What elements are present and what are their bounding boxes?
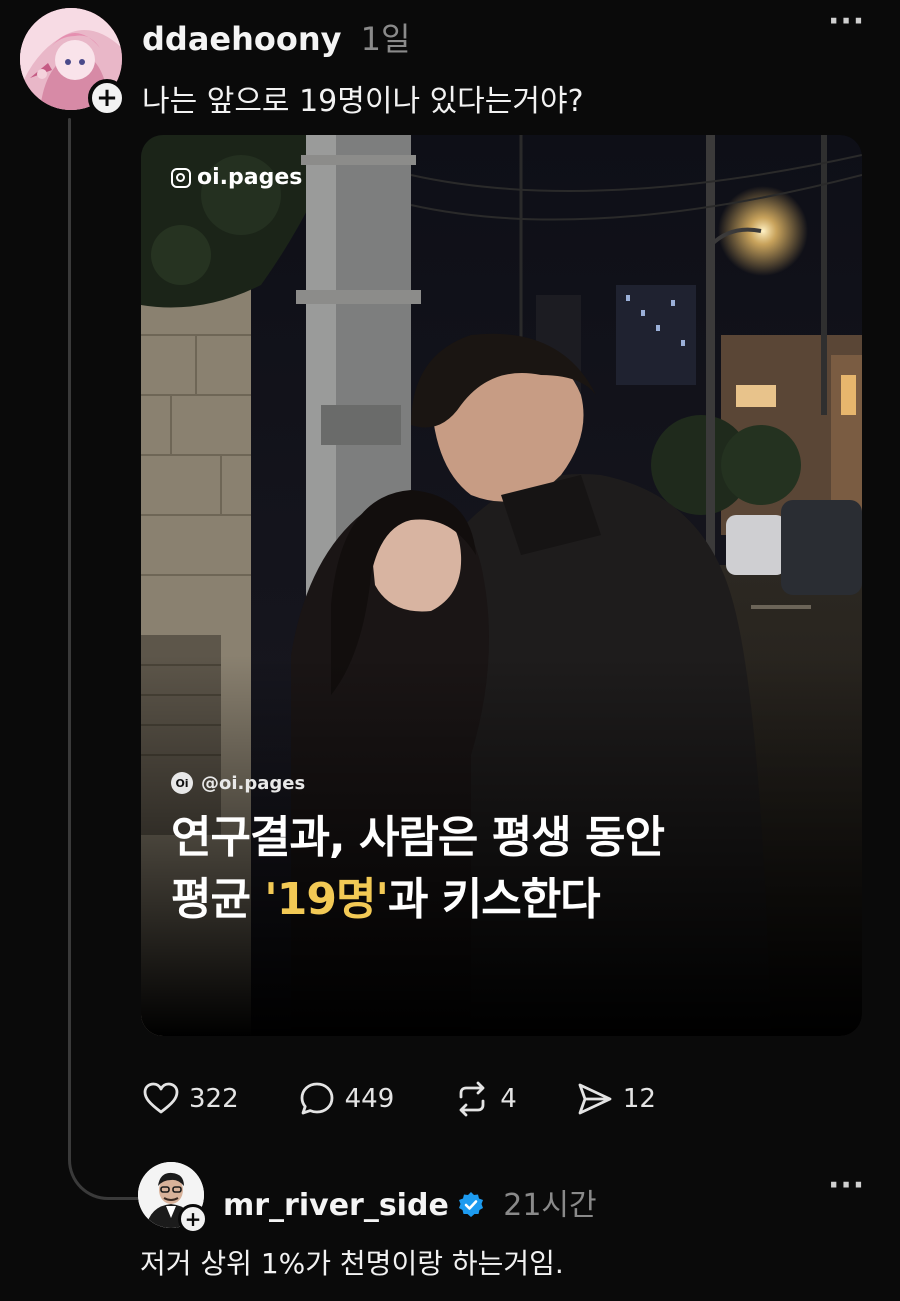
more-horizontal-icon[interactable]: ··· <box>828 1168 865 1203</box>
instagram-icon <box>171 167 191 188</box>
repost-count: 4 <box>500 1084 517 1114</box>
post-time: 1일 <box>360 20 411 58</box>
comment-button[interactable]: 449 <box>297 1079 395 1119</box>
heart-icon <box>143 1082 179 1114</box>
headline-suffix: 과 키스한다 <box>387 874 601 925</box>
brand-logo: Oi <box>171 772 193 794</box>
reply-username-row: mr_river_side 21시간 <box>223 1180 597 1224</box>
like-button[interactable]: 322 <box>141 1079 239 1119</box>
comment-count: 449 <box>344 1084 395 1114</box>
brand-handle-row: Oi @oi.pages <box>171 772 305 794</box>
verified-badge-icon <box>458 1192 483 1217</box>
post-media[interactable]: oi.pages Oi @oi.pages 연구결과, 사람은 평생 동안 평균… <box>141 135 862 1036</box>
post-text: 나는 앞으로 19명이나 있다는거야? <box>142 84 584 119</box>
media-headline: 연구결과, 사람은 평생 동안 평균 '19명'과 키스한다 <box>171 807 851 931</box>
post-avatar[interactable]: + <box>20 8 126 117</box>
headline-prefix: 평균 <box>171 874 265 925</box>
thread-connector <box>68 1120 138 1200</box>
reply-username[interactable]: mr_river_side <box>223 1188 449 1223</box>
post-username-row: ddaehoony 1일 <box>142 14 410 60</box>
headline-line-2: 평균 '19명'과 키스한다 <box>171 869 851 931</box>
thread-view: + ddaehoony 1일 ··· 나는 앞으로 19명이나 있다는거야? o… <box>0 0 900 1301</box>
share-button[interactable]: 12 <box>575 1079 656 1119</box>
share-count: 12 <box>622 1084 656 1114</box>
watermark: oi.pages <box>171 165 302 190</box>
like-count: 322 <box>189 1084 239 1114</box>
brand-handle: @oi.pages <box>201 772 306 794</box>
thread-line <box>68 118 71 1158</box>
follow-plus-icon[interactable]: + <box>178 1204 208 1234</box>
more-horizontal-icon[interactable]: ··· <box>828 4 865 39</box>
reply-time: 21시간 <box>503 1188 597 1223</box>
post-username[interactable]: ddaehoony <box>142 20 342 58</box>
send-icon <box>578 1083 612 1115</box>
headline-line-1: 연구결과, 사람은 평생 동안 <box>171 812 665 863</box>
headline-highlight: '19명' <box>264 874 389 925</box>
repost-icon <box>459 1081 485 1117</box>
watermark-text: oi.pages <box>197 165 303 190</box>
reply-avatar[interactable]: + <box>138 1162 208 1234</box>
follow-plus-icon[interactable]: + <box>88 79 126 117</box>
repost-button[interactable]: 4 <box>452 1079 517 1119</box>
post-action-bar: 322 449 4 12 <box>141 1075 714 1123</box>
reply-text: 저거 상위 1%가 천명이랑 하는거임. <box>140 1247 564 1280</box>
comment-bubble-icon <box>300 1082 334 1115</box>
